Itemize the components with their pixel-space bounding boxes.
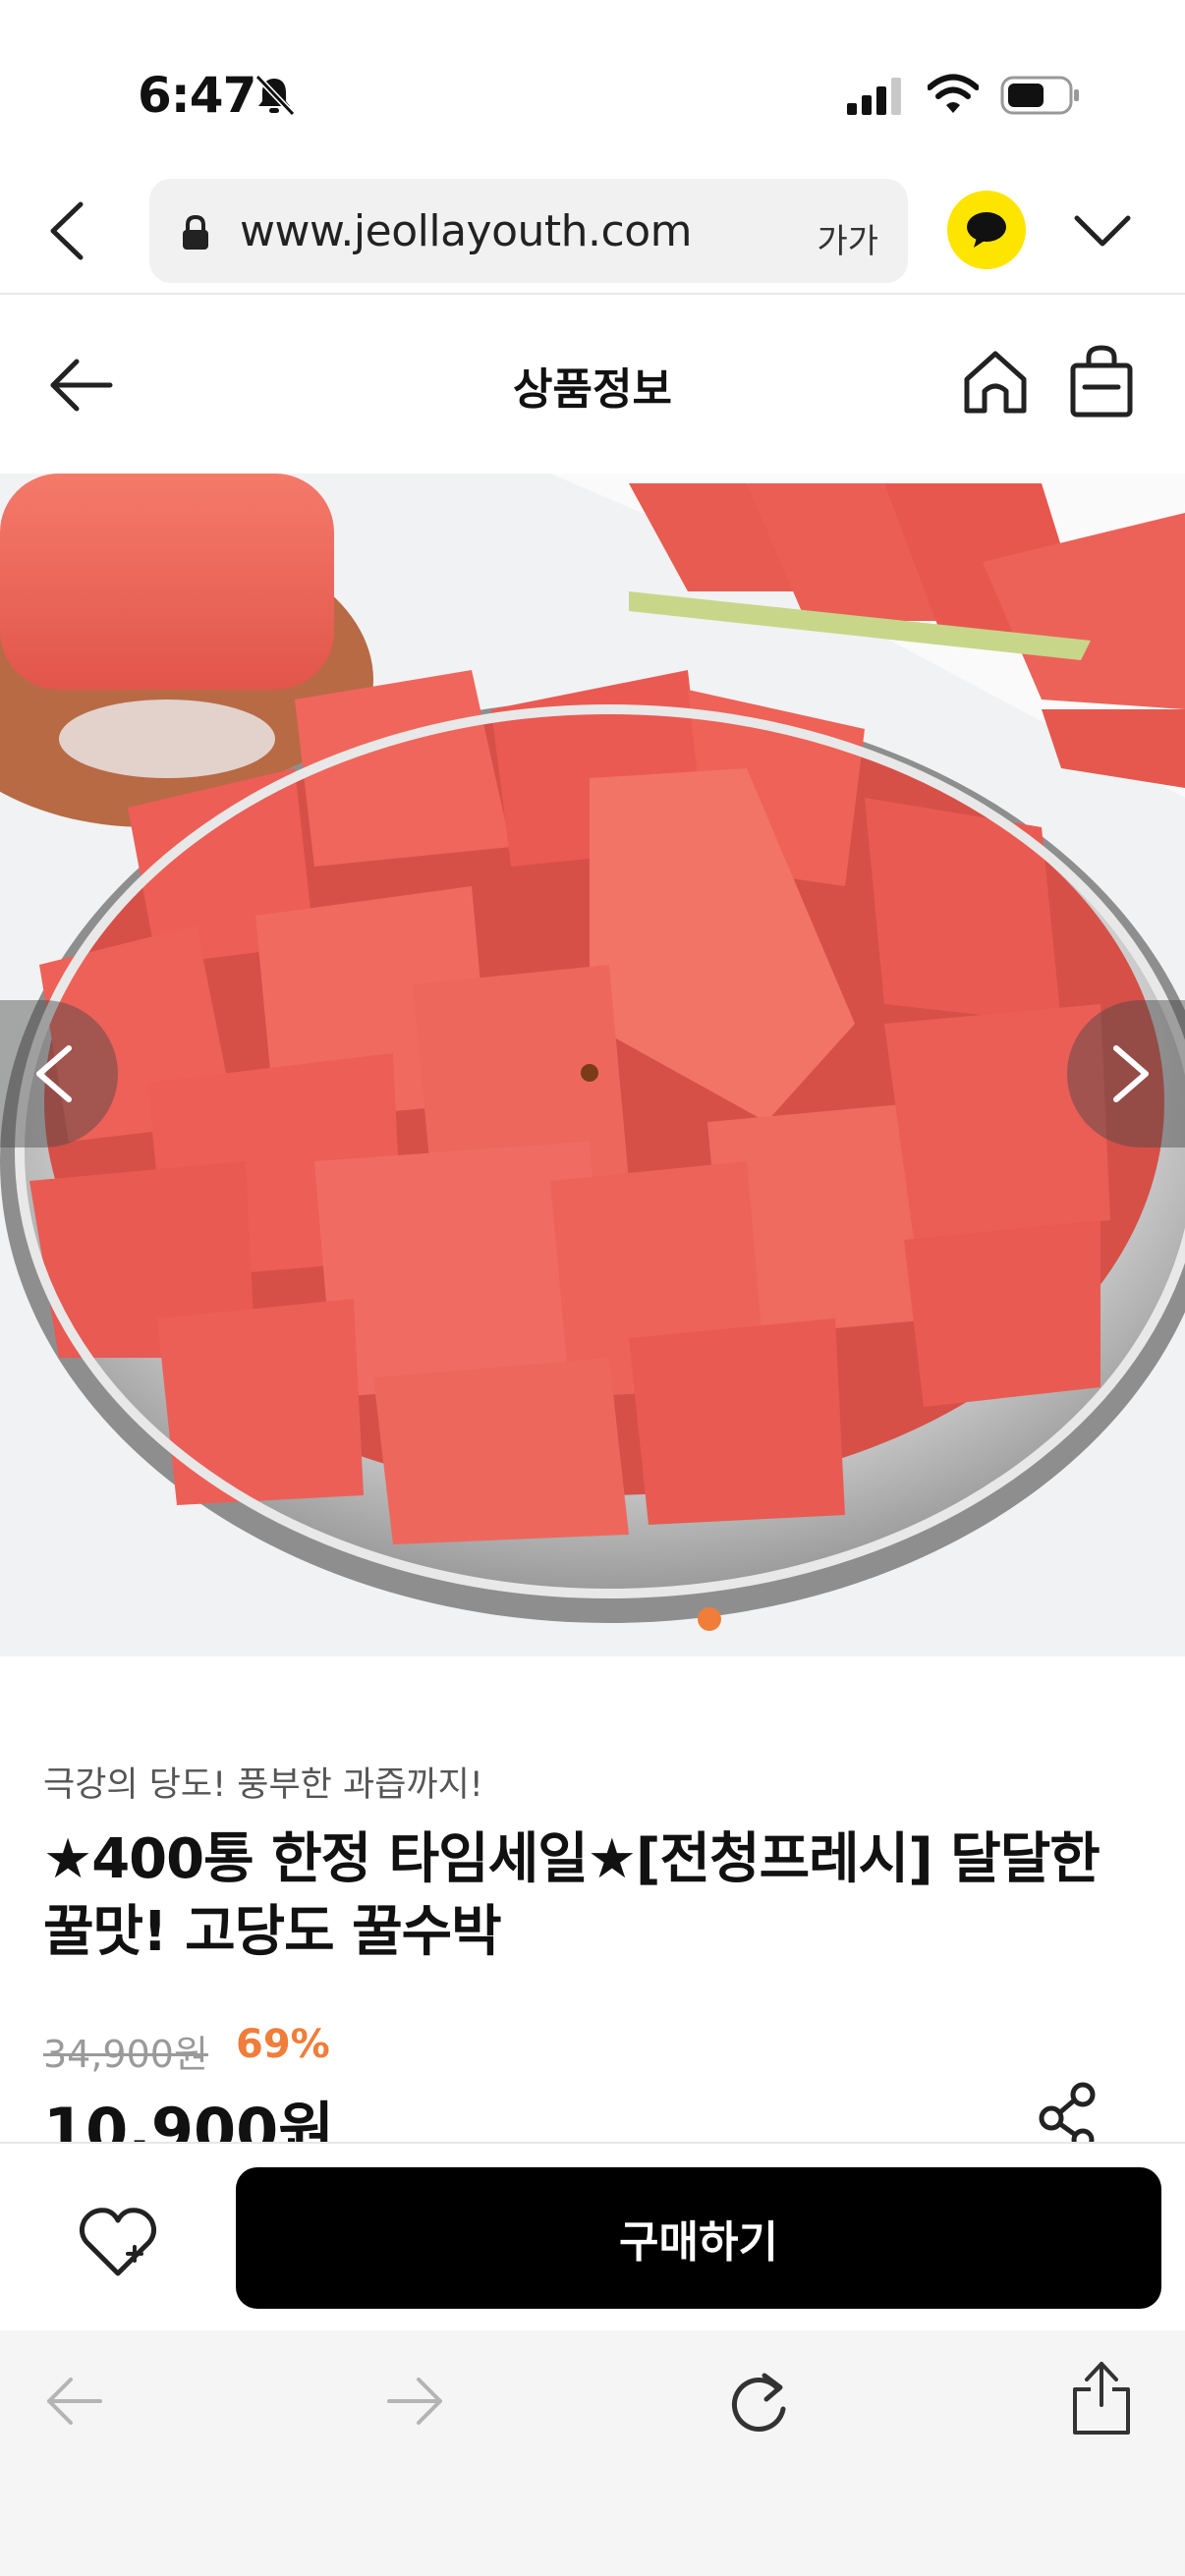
home-icon[interactable] [959,346,1032,419]
browser-address-bar: www.jeollayouth.com 가가 [0,167,1185,295]
buy-button[interactable]: 구매하기 [236,2167,1161,2309]
product-image-carousel[interactable] [0,474,1185,1656]
url-field[interactable]: www.jeollayouth.com 가가 [149,179,908,283]
product-subtitle: 극강의 당도! 풍부한 과즙까지! [43,1765,483,1805]
browser-forward-arrow-icon[interactable] [385,2376,446,2427]
chevron-down-icon[interactable] [1071,206,1134,255]
original-price: 34,900원 [43,2033,208,2076]
chevron-right-icon [1113,1045,1149,1102]
kakao-chat-icon [967,212,1006,248]
carousel-pager-dot-active[interactable] [698,1607,721,1631]
heart-icon[interactable] [77,2205,159,2279]
share-icon[interactable] [1034,2081,1102,2150]
text-size-button[interactable]: 가가 [817,214,878,262]
product-name: ★400통 한정 타임세일★[전청프레시] 달달한 꿀맛! 고당도 꿀수박 [43,1827,1100,1964]
share-upload-icon[interactable] [1069,2358,1134,2436]
lock-icon [183,214,208,250]
browser-back-arrow-icon[interactable] [43,2376,104,2427]
chevron-left-icon [36,1045,72,1102]
shopping-bag-icon[interactable] [1067,344,1136,419]
status-time: 6:47 [138,67,256,124]
app-header: 상품정보 [0,295,1185,474]
url-text: www.jeollayouth.com [240,206,692,256]
watermelon-photo [0,474,1185,1656]
battery-icon [1000,76,1079,115]
kakao-chat-button[interactable] [947,191,1026,269]
purchase-bar: 구매하기 [0,2142,1185,2330]
discount-rate: 69% [236,2022,330,2067]
signal-icon [847,78,901,115]
status-bar: 6:47 [0,0,1185,167]
bell-slash-icon [254,74,296,117]
wifi-icon [928,74,979,113]
browser-toolbar [0,2330,1185,2576]
browser-back-chevron-icon[interactable] [43,196,92,265]
refresh-icon[interactable] [727,2368,790,2435]
